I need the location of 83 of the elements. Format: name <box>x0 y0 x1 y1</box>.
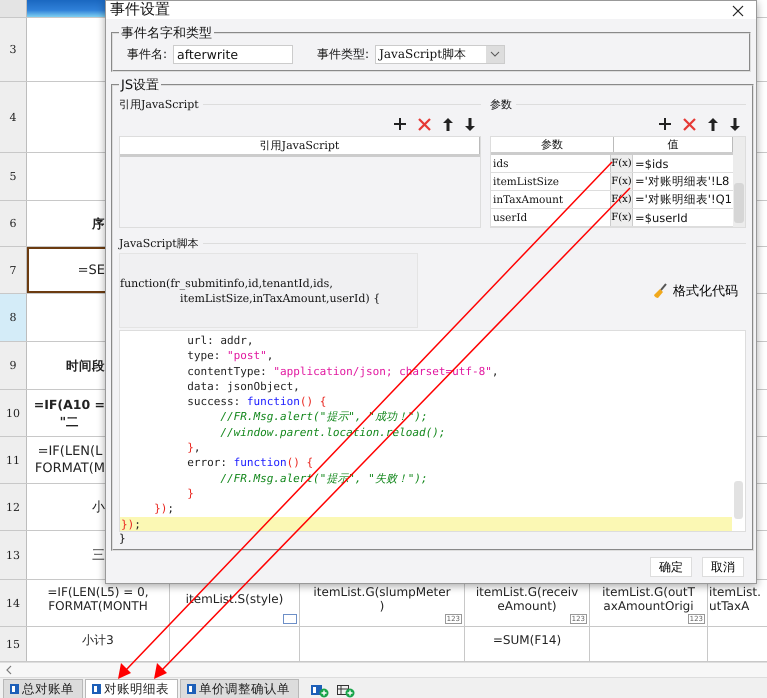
move-down-icon[interactable] <box>730 118 740 130</box>
delete-icon[interactable] <box>683 118 696 130</box>
row-header[interactable]: 6 <box>0 201 27 246</box>
row-header[interactable]: 11 <box>0 437 27 483</box>
sheet-icon <box>92 684 101 694</box>
cell-text: =SE <box>78 262 105 278</box>
cell-text: 三 <box>92 546 105 564</box>
table-cell[interactable]: =$userId <box>633 209 732 226</box>
code-line: } <box>186 486 195 502</box>
code-line: url: addr, <box>186 333 254 348</box>
section-title: 引用JavaScript <box>119 96 199 112</box>
row-header[interactable]: 12 <box>0 484 27 530</box>
close-icon[interactable] <box>732 5 744 17</box>
cell-text: =IF(A10 = "二 <box>34 396 105 430</box>
code-line: type: "post", <box>186 348 274 364</box>
row-header[interactable]: 3 <box>0 18 27 81</box>
row-header[interactable]: 14 <box>0 580 27 626</box>
add-report-icon[interactable] <box>337 683 355 698</box>
cell-text: 序 <box>92 215 105 232</box>
cell-text: =IF(LEN(L5) = 0, FORMAT(MONTH <box>47 584 149 612</box>
event-type-dropdown[interactable]: JavaScript脚本 <box>375 44 506 64</box>
add-icon[interactable] <box>394 118 406 130</box>
code-line: function(fr_submitinfo,id,tenantId,ids, <box>120 276 334 291</box>
formula-button[interactable]: F(x) <box>611 209 633 226</box>
section-title: 事件名字和类型 <box>120 25 213 42</box>
add-sheet-icon[interactable] <box>311 683 329 698</box>
chevron-down-icon <box>490 51 500 57</box>
cell-text: itemList.G(outT axAmountOrigi <box>602 584 695 612</box>
cell-text: 小计3 <box>82 632 114 646</box>
section-title: JS设置 <box>119 77 160 94</box>
code-editor[interactable] <box>119 330 746 532</box>
dialog-button[interactable]: 确定 <box>650 557 692 577</box>
table-cell[interactable]: ='对账明细表'!Q1 <box>633 191 732 208</box>
code-line: error: function() { <box>186 455 314 471</box>
move-up-icon[interactable] <box>443 118 453 130</box>
section-title: 参数 <box>490 96 512 112</box>
code-line: }); <box>153 501 175 517</box>
column-header[interactable]: 参数 <box>491 137 614 152</box>
code-line: } <box>119 532 127 545</box>
move-up-icon[interactable] <box>708 118 718 130</box>
row-header[interactable]: 15 <box>0 627 27 661</box>
cell-text: =SUM(F14) <box>492 632 562 646</box>
dialog-title: 事件设置 <box>110 1 170 17</box>
code-line: }, <box>186 440 202 456</box>
code-line: success: function() { <box>186 394 328 410</box>
formula-button[interactable]: F(x) <box>611 173 633 190</box>
scroll-left-icon[interactable] <box>5 665 13 675</box>
row-header[interactable]: 7 <box>0 247 27 293</box>
code-line: itemListSize,inTaxAmount,userId) { <box>179 290 382 306</box>
format-code-button[interactable]: 格式化代码 <box>653 282 738 300</box>
scrollbar-thumb[interactable] <box>734 183 744 223</box>
sheet-tab[interactable]: 总对账单 <box>3 679 83 698</box>
cell-text: 小 <box>92 498 105 516</box>
field-label: 事件名: <box>127 46 168 62</box>
section-title: JavaScript脚本 <box>119 236 199 252</box>
code-line: data: jsonObject, <box>186 378 301 394</box>
row-header[interactable]: 9 <box>0 342 27 389</box>
sheet-icon <box>187 684 196 694</box>
row-header[interactable]: 5 <box>0 153 27 200</box>
row-header[interactable]: 10 <box>0 390 27 436</box>
delete-icon[interactable] <box>418 118 431 130</box>
cell-text: itemList.G(receiv eAmount) <box>476 584 578 612</box>
event-name-field[interactable]: afterwrite <box>173 44 294 64</box>
field-label: 事件类型: <box>317 46 370 62</box>
row-header[interactable]: 8 <box>0 294 27 341</box>
broom-icon <box>653 282 668 299</box>
row-header[interactable]: 13 <box>0 531 27 579</box>
table-cell[interactable]: =$ids <box>633 155 732 172</box>
sheet-tab[interactable]: 单价调整确认单 <box>180 679 299 698</box>
cell-text: =IF(LEN(L FORMAT(M <box>34 443 105 477</box>
scrollbar-thumb[interactable] <box>734 481 743 519</box>
row-header[interactable]: 4 <box>0 82 27 152</box>
formula-button[interactable]: F(x) <box>611 155 633 172</box>
add-icon[interactable] <box>659 118 671 130</box>
cell-text: itemList.G(slumpMeter ) <box>313 584 451 612</box>
sheet-tab[interactable]: 对账明细表 <box>85 679 178 698</box>
cell-text: 时间段 <box>66 357 105 374</box>
dialog-button[interactable]: 取消 <box>702 557 744 577</box>
table-cell[interactable]: ='对账明细表'!L8 <box>633 173 732 190</box>
sheet-icon <box>10 684 19 694</box>
cell-text: itemList. utTaxA <box>709 584 761 612</box>
format-marker-icon <box>283 614 297 624</box>
move-down-icon[interactable] <box>465 118 475 130</box>
